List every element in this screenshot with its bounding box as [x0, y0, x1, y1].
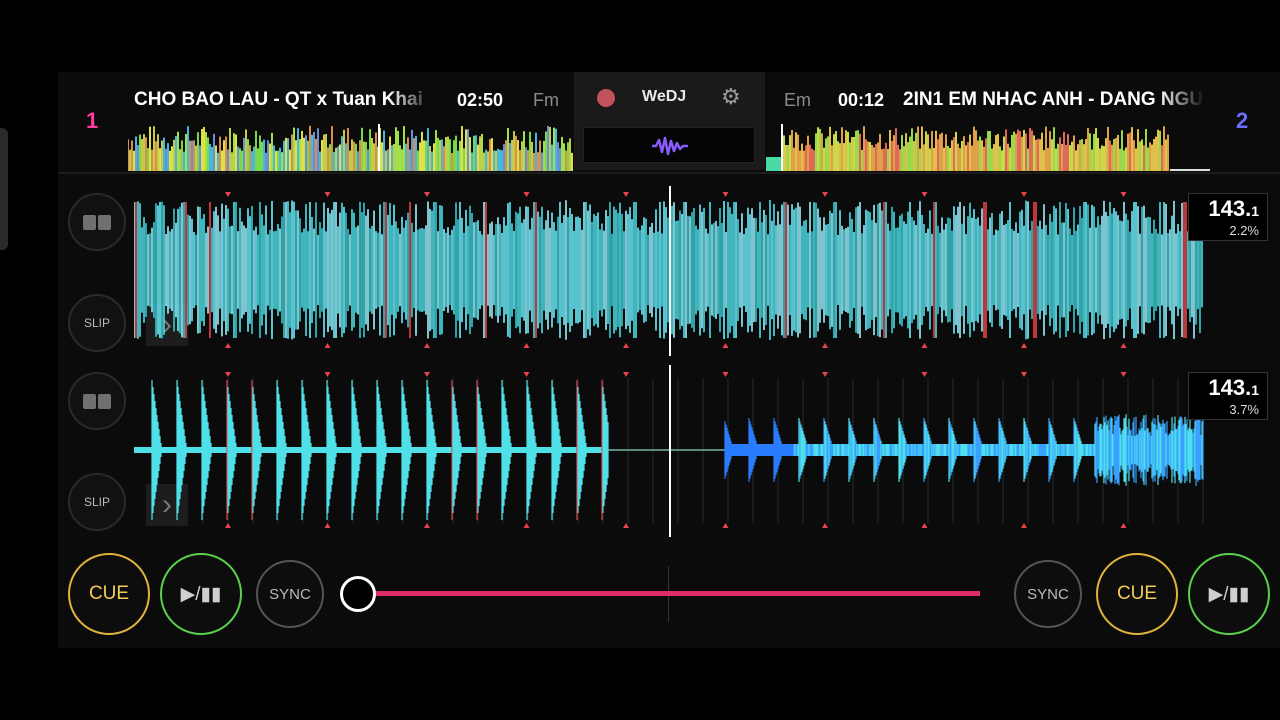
deck1-play-pause-button[interactable]: ▶/▮▮ [160, 553, 242, 635]
deck1-bpm-display[interactable]: 143.1 2.2% [1188, 193, 1268, 241]
deck2-track-title[interactable]: 2IN1 EM NHAC ANH - DANG NGUYEN [903, 88, 1205, 112]
bpm-value: 143. [1208, 375, 1252, 400]
deck2-bpm-display[interactable]: 143.1 3.7% [1188, 372, 1268, 420]
deck2-slip-button[interactable]: SLIP [68, 473, 126, 531]
deck1-overview-waveform[interactable] [128, 124, 573, 171]
slip-label: SLIP [83, 316, 110, 330]
record-icon[interactable] [597, 89, 615, 107]
deck2-overview-waveform[interactable] [766, 124, 1210, 171]
deck2-play-pause-button[interactable]: ▶/▮▮ [1188, 553, 1270, 635]
deck2-number: 2 [1236, 108, 1249, 133]
deck2-overview-position [781, 124, 783, 171]
deck2-loop-button[interactable] [68, 372, 126, 430]
bpm-decimal: 1 [1251, 382, 1259, 398]
deck1-playhead [669, 186, 671, 356]
loop-icon [83, 394, 111, 409]
deck2-time: 00:12 [838, 90, 885, 110]
deck1-sync-button[interactable]: SYNC [256, 560, 324, 628]
crossfader-track[interactable] [358, 591, 980, 596]
header-divider [58, 172, 1280, 174]
waveform-mode-button[interactable] [583, 127, 755, 163]
deck1-number: 1 [86, 108, 99, 133]
bpm-value: 143. [1208, 196, 1252, 221]
pitch-percent: 2.2% [1229, 223, 1259, 238]
bpm-decimal: 1 [1251, 203, 1259, 219]
brand-logo[interactable]: WeDJ [642, 88, 686, 106]
slip-label: SLIP [83, 495, 110, 509]
deck1-slip-button[interactable]: SLIP [68, 294, 126, 352]
deck1-overview-position [378, 124, 380, 171]
side-drawer-handle[interactable] [0, 128, 8, 250]
loop-icon [83, 215, 111, 230]
deck1-time: 02:50 [457, 90, 504, 110]
pitch-percent: 3.7% [1229, 402, 1259, 417]
deck2-key: Em [784, 90, 811, 110]
deck1-loop-button[interactable] [68, 193, 126, 251]
deck2-cue-button[interactable]: CUE [1096, 553, 1178, 635]
deck1-track-title[interactable]: CHO BAO LAU - QT x Tuan Khai [134, 88, 434, 112]
gear-icon[interactable]: ⚙ [721, 84, 741, 110]
deck1-key: Fm [533, 90, 559, 110]
deck1-cue-button[interactable]: CUE [68, 553, 150, 635]
waveform-icon [652, 136, 688, 156]
deck2-sync-button[interactable]: SYNC [1014, 560, 1082, 628]
crossfader-knob[interactable] [340, 576, 376, 612]
deck2-playhead [669, 365, 671, 537]
